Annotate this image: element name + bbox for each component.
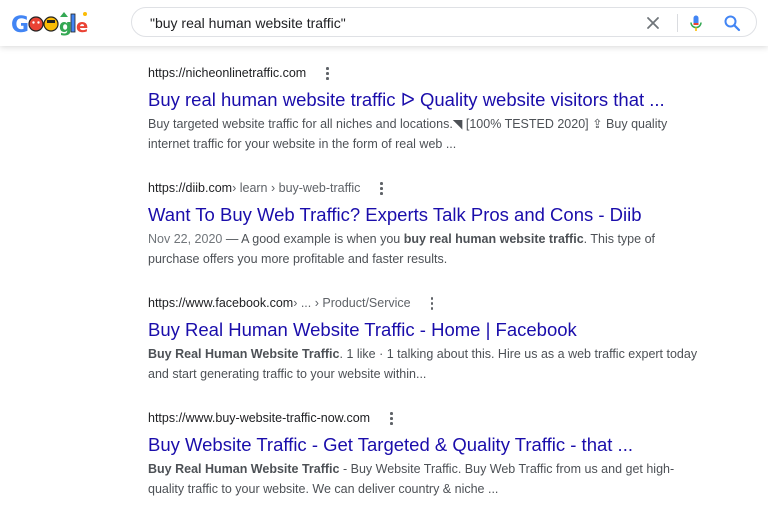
result-title-link[interactable]: Buy real human website traffic ᐅ Quality… [148,88,708,112]
snippet-highlight: Buy Real Human Website Traffic [148,462,340,476]
svg-text:G: G [11,13,29,38]
result-url[interactable]: https://www.facebook.com [148,296,293,310]
result-snippet: Buy Real Human Website Traffic - Buy Web… [148,460,708,499]
result-snippet: Buy targeted website traffic for all nic… [148,115,708,154]
snippet-text: — A good example is when you [222,232,404,246]
search-box[interactable] [131,7,757,37]
result-citation: https://www.facebook.com › ... › Product… [148,294,708,312]
result-citation: https://www.buy-website-traffic-now.com [148,409,708,427]
result-url[interactable]: https://diib.com [148,181,232,195]
more-vert-icon[interactable] [425,295,439,311]
search-input[interactable] [150,13,620,33]
svg-text:e: e [76,16,88,37]
microphone-icon[interactable] [685,12,707,34]
search-result: https://www.facebook.com › ... › Product… [148,294,708,384]
search-result: https://www.buy-website-traffic-now.com … [148,409,708,499]
result-path: › ... › Product/Service [293,296,411,310]
more-vert-icon[interactable] [320,65,334,81]
result-citation: https://diib.com › learn › buy-web-traff… [148,179,708,197]
result-url[interactable]: https://www.buy-website-traffic-now.com [148,411,370,425]
search-header: G g e [0,0,768,46]
search-icon[interactable] [721,12,743,34]
result-title-link[interactable]: Want To Buy Web Traffic? Experts Talk Pr… [148,203,708,227]
svg-text:g: g [59,16,72,37]
snippet-highlight: buy real human website traffic [403,232,584,246]
search-result: https://diib.com › learn › buy-web-traff… [148,179,708,269]
search-divider [677,14,678,32]
result-snippet: Buy Real Human Website Traffic. 1 like ·… [148,345,708,384]
snippet-highlight: Buy Real Human Website Traffic [148,347,340,361]
more-vert-icon[interactable] [374,180,388,196]
google-doodle-logo[interactable]: G g e [10,8,92,38]
result-snippet: Nov 22, 2020 — A good example is when yo… [148,230,708,269]
snippet-text: Buy targeted website traffic for all nic… [148,117,668,151]
search-result: https://nicheonlinetraffic.com Buy real … [148,64,708,154]
more-vert-icon[interactable] [384,410,398,426]
result-title-link[interactable]: Buy Real Human Website Traffic - Home | … [148,318,708,342]
result-title-link[interactable]: Buy Website Traffic - Get Targeted & Qua… [148,433,708,457]
result-citation: https://nicheonlinetraffic.com [148,64,708,82]
result-url[interactable]: https://nicheonlinetraffic.com [148,66,306,80]
result-path: › learn › buy-web-traffic [232,181,361,195]
close-icon[interactable] [642,12,664,34]
result-date: Nov 22, 2020 [148,232,223,246]
